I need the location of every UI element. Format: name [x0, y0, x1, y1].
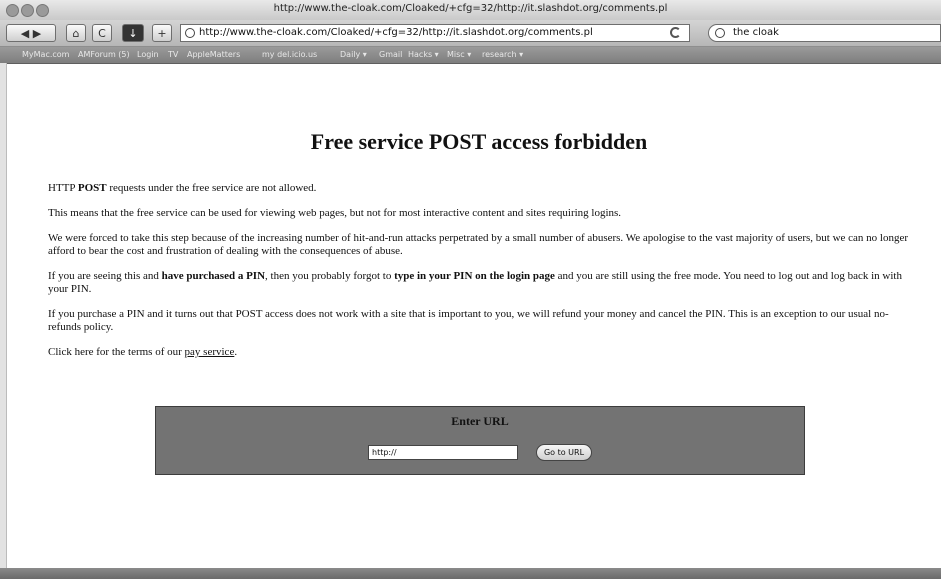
text-bold: have purchased a PIN	[161, 270, 266, 282]
paragraph-abuse: We were forced to take this step because…	[48, 232, 909, 257]
search-input[interactable]: the cloak	[708, 24, 941, 42]
download-icon[interactable]: ↓	[122, 24, 144, 42]
paragraph-free-service: This means that the free service can be …	[48, 207, 622, 219]
window-edge	[0, 63, 7, 568]
bookmark-item[interactable]: AMForum (5)	[78, 50, 130, 59]
browser-toolbar: ◀ ▶ ⌂ C ↓ + http://www.the-cloak.com/Clo…	[0, 20, 941, 47]
bookmark-item[interactable]: my del.icio.us	[262, 50, 317, 59]
text-bold: type in your PIN on the login page	[394, 270, 555, 282]
address-bar[interactable]: http://www.the-cloak.com/Cloaked/+cfg=32…	[180, 24, 690, 42]
title-bar: http://www.the-cloak.com/Cloaked/+cfg=32…	[0, 0, 941, 21]
text: If you are seeing this and	[48, 270, 162, 282]
text: .	[234, 346, 238, 358]
go-to-url-button[interactable]: Go to URL	[536, 444, 592, 461]
window-title: http://www.the-cloak.com/Cloaked/+cfg=32…	[273, 3, 668, 14]
reload-icon[interactable]	[670, 27, 681, 38]
enter-url-panel: Enter URL http:// Go to URL	[155, 406, 805, 475]
bookmark-item[interactable]: Gmail	[379, 50, 402, 59]
back-forward-button[interactable]: ◀ ▶	[6, 24, 56, 42]
page-content: Free service POST access forbidden HTTP …	[48, 63, 910, 371]
text: HTTP	[48, 182, 78, 194]
bookmark-item[interactable]: Misc ▾	[447, 50, 471, 59]
bookmarks-bar: MyMac.com AMForum (5) Login TV AppleMatt…	[0, 47, 941, 64]
search-text: the cloak	[733, 27, 779, 38]
paragraph-pin: If you are seeing this and have purchase…	[48, 270, 910, 296]
bookmark-item[interactable]: research ▾	[482, 50, 523, 59]
bookmark-item[interactable]: Login	[137, 50, 159, 59]
text: Click here for the terms of our	[48, 346, 185, 358]
paragraph-refund: If you purchase a PIN and it turns out t…	[48, 308, 889, 333]
globe-icon	[185, 28, 195, 38]
text: requests under the free service are not …	[106, 182, 317, 194]
pay-service-link[interactable]: pay service	[185, 346, 235, 358]
add-bookmark-button[interactable]: +	[152, 24, 172, 42]
enter-url-title: Enter URL	[451, 414, 509, 428]
status-bar	[0, 568, 941, 579]
home-icon[interactable]: ⌂	[66, 24, 86, 42]
paragraph-terms: Click here for the terms of our pay serv…	[48, 346, 910, 359]
bookmark-item[interactable]: MyMac.com	[22, 50, 69, 59]
bookmark-item[interactable]: AppleMatters	[187, 50, 240, 59]
snapback-icon[interactable]: C	[92, 24, 112, 42]
text-bold: POST	[77, 182, 107, 194]
bookmark-item[interactable]: Daily ▾	[340, 50, 367, 59]
bookmark-item[interactable]: TV	[168, 50, 178, 59]
search-icon	[715, 28, 725, 38]
page-title: Free service POST access forbidden	[310, 129, 648, 154]
paragraph-post-not-allowed: HTTP POST requests under the free servic…	[48, 182, 910, 195]
address-text: http://www.the-cloak.com/Cloaked/+cfg=32…	[199, 27, 593, 38]
text: , then you probably forgot to	[265, 270, 395, 282]
url-input[interactable]: http://	[368, 445, 518, 460]
bookmark-item[interactable]: Hacks ▾	[408, 50, 439, 59]
